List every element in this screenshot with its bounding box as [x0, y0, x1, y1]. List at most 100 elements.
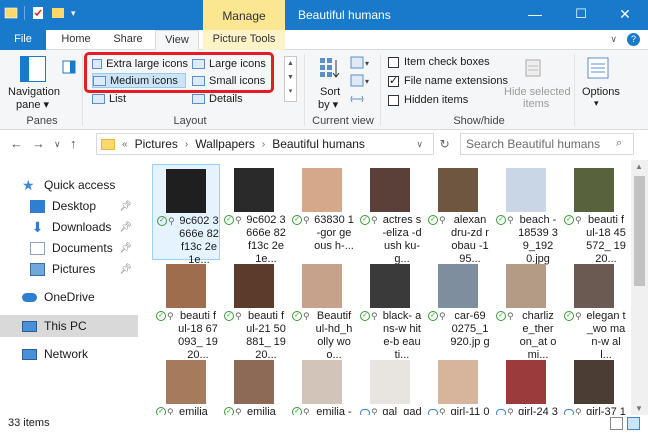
nav-network[interactable]: Network: [0, 343, 138, 365]
hide-selected-items-label-2[interactable]: items: [523, 98, 549, 110]
breadcrumb-separator-icon[interactable]: ›: [262, 139, 265, 150]
search-input[interactable]: Search Beautiful humans: [460, 133, 634, 155]
file-name-extensions-label[interactable]: File name extensions: [404, 75, 508, 87]
item-check-boxes-label[interactable]: Item check boxes: [404, 56, 490, 68]
customize-qat-icon[interactable]: ▾: [71, 8, 76, 19]
file-item[interactable]: ✓ ⚲ beach -18539 39_192 0.jpg: [492, 164, 560, 265]
nav-onedrive[interactable]: OneDrive: [0, 286, 138, 308]
recent-locations-icon[interactable]: ∨: [54, 139, 61, 150]
manage-tab[interactable]: Manage: [203, 0, 285, 30]
nav-this-pc[interactable]: This PC: [0, 315, 138, 337]
tab-share[interactable]: Share: [106, 30, 150, 50]
address-dropdown-icon[interactable]: ∨: [416, 139, 423, 150]
up-arrow-icon[interactable]: ↑: [70, 136, 77, 151]
file-item[interactable]: ✓ ⚲ 63830 1-gor geous h-...: [288, 164, 356, 260]
vertical-scrollbar[interactable]: ▲ ▼: [631, 160, 648, 415]
navigation-pane-icon[interactable]: [20, 56, 46, 82]
file-item[interactable]: ✓ ⚲ alexan dru-zd robau -195...: [424, 164, 492, 265]
file-item[interactable]: ✓ ⚲ charliz e_ther on_at omi...: [492, 260, 560, 361]
folder-icon[interactable]: [4, 6, 18, 20]
nav-desktop[interactable]: Desktop 📌︎: [0, 195, 138, 217]
file-item[interactable]: ✓⚲emilia -clark: [288, 356, 356, 415]
nav-quick-access[interactable]: ★ Quick access: [0, 174, 138, 196]
nav-downloads[interactable]: ⬇ Downloads 📌︎: [0, 216, 138, 238]
breadcrumb-pictures[interactable]: Pictures: [135, 137, 178, 151]
file-item[interactable]: ⚲ girl-11 07329_: [424, 356, 492, 415]
gallery-more-icon[interactable]: ▾: [285, 85, 296, 99]
layout-list[interactable]: List: [92, 91, 186, 106]
preview-pane-icon[interactable]: [62, 60, 76, 74]
synced-check-icon: ✓: [156, 407, 166, 415]
tab-file[interactable]: File: [0, 30, 46, 50]
breadcrumb-separator-icon[interactable]: ›: [185, 139, 188, 150]
details-view-icon[interactable]: [610, 417, 623, 430]
large-icons-view-icon[interactable]: [627, 417, 640, 430]
file-item[interactable]: ✓⚲emilia _clark: [220, 356, 288, 415]
address-bar[interactable]: « Pictures › Wallpapers › Beautiful huma…: [96, 133, 434, 155]
options-icon[interactable]: [586, 56, 610, 82]
scroll-up-icon[interactable]: ▲: [635, 162, 643, 171]
properties-icon[interactable]: [31, 6, 45, 20]
file-item[interactable]: ✓ ⚲ beauti ful-18 45572_ 1920...: [560, 164, 628, 265]
file-item[interactable]: ✓ ⚲ 9c602 3666e 82f13c 2e1e...: [220, 164, 288, 265]
file-item[interactable]: ✓ ⚲ actres s-eliza -dush ku-g...: [356, 164, 424, 265]
nav-pictures[interactable]: Pictures 📌︎: [0, 258, 138, 280]
file-name-extensions-checkbox[interactable]: [388, 74, 399, 87]
options-label[interactable]: Options: [582, 86, 620, 98]
pin-icon[interactable]: 📌︎: [119, 243, 132, 254]
sort-by-label[interactable]: Sort: [320, 86, 340, 98]
layout-gallery-scroller[interactable]: ▲ ▼ ▾: [284, 56, 297, 102]
scrollbar-thumb[interactable]: [634, 176, 645, 286]
file-item[interactable]: ✓⚲emilia _clark: [152, 356, 220, 415]
options-arrow-icon[interactable]: ▾: [594, 98, 599, 109]
item-check-boxes-checkbox[interactable]: [388, 57, 399, 68]
pin-icon[interactable]: 📌︎: [119, 264, 132, 275]
minimize-button[interactable]: —: [512, 0, 558, 30]
file-item[interactable]: ⚲ girl-37 13107_: [560, 356, 628, 415]
forward-arrow-icon[interactable]: →: [32, 136, 45, 151]
navigation-pane-label-2[interactable]: pane ▾: [16, 98, 49, 111]
file-item[interactable]: ✓ ⚲ black- ans-w hite-b eauti...: [356, 260, 424, 361]
size-columns-icon[interactable]: [350, 92, 364, 106]
refresh-icon[interactable]: ↻: [440, 137, 450, 151]
file-item[interactable]: ⚲ gal_gad ot_5k: [356, 356, 424, 415]
search-icon[interactable]: ⌕: [616, 137, 622, 150]
file-item[interactable]: ✓ ⚲ Beautif ul-hd_holly woo...: [288, 260, 356, 361]
file-item[interactable]: ✓ ⚲ 9c602 3666e 82f13c 2e1e...: [152, 164, 220, 266]
file-item[interactable]: ✓ ⚲ elegan t_wo man-w all...: [560, 260, 628, 361]
shared-user-icon: ⚲: [167, 311, 174, 321]
breadcrumb-wallpapers[interactable]: Wallpapers: [195, 137, 255, 151]
back-arrow-icon[interactable]: ←: [10, 136, 23, 151]
close-button[interactable]: ✕: [602, 0, 648, 30]
panes-group-label: Panes: [26, 115, 58, 127]
pin-icon[interactable]: 📌︎: [119, 222, 132, 233]
gallery-down-icon[interactable]: ▼: [285, 71, 296, 85]
help-icon[interactable]: ?: [627, 33, 640, 46]
tab-home[interactable]: Home: [54, 30, 98, 50]
gallery-up-icon[interactable]: ▲: [285, 57, 296, 71]
hidden-items-label[interactable]: Hidden items: [404, 94, 468, 106]
file-item[interactable]: ⚲ girl-24 36545_: [492, 356, 560, 415]
nav-documents[interactable]: Documents 📌︎: [0, 237, 138, 259]
breadcrumb-overflow[interactable]: «: [122, 139, 128, 150]
sort-by-label-2[interactable]: by ▾: [318, 98, 338, 111]
hide-selected-items-icon[interactable]: [523, 56, 545, 82]
pin-icon[interactable]: 📌︎: [119, 201, 132, 212]
new-folder-icon[interactable]: [51, 6, 65, 20]
scroll-down-icon[interactable]: ▼: [635, 404, 643, 413]
ribbon-expand-icon[interactable]: ∨: [610, 34, 617, 45]
file-item[interactable]: ✓ ⚲ beauti ful-18 67093_ 1920...: [152, 260, 220, 361]
breadcrumb-beautiful-humans[interactable]: Beautiful humans: [272, 137, 365, 151]
layout-details[interactable]: Details: [192, 91, 278, 106]
sort-by-icon[interactable]: [318, 56, 340, 82]
file-item[interactable]: ✓ ⚲ beauti ful-21 50881_ 1920...: [220, 260, 288, 361]
navigation-pane-label[interactable]: Navigation: [8, 86, 60, 98]
maximize-button[interactable]: ☐: [558, 0, 604, 30]
file-item[interactable]: ✓ ⚲ car-69 0275_1 920.jp g: [424, 260, 492, 356]
group-by-icon[interactable]: ▾: [350, 56, 372, 70]
tab-view[interactable]: View: [155, 30, 199, 51]
tab-picture-tools[interactable]: Picture Tools: [203, 30, 285, 50]
hidden-items-checkbox[interactable]: [388, 95, 399, 106]
add-columns-icon[interactable]: ▾: [350, 74, 372, 88]
hide-selected-items-label[interactable]: Hide selected: [504, 86, 571, 98]
